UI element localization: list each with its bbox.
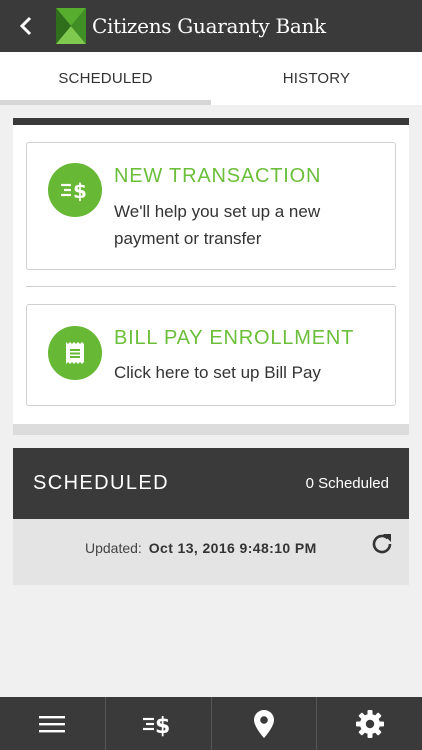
new-transaction-card[interactable]: $ NEW TRANSACTION We'll help you set up …: [26, 142, 396, 270]
new-transaction-icon-circle: $: [48, 163, 102, 217]
bill-pay-enrollment-card[interactable]: BILL PAY ENROLLMENT Click here to set up…: [26, 304, 396, 406]
last-updated: Updated: Oct 13, 2016 9:48:10 PM: [85, 540, 317, 556]
app-header: Citizens Guaranty Bank: [0, 0, 422, 52]
panel-footer-strip: [13, 424, 409, 435]
menu-icon: [39, 715, 66, 732]
bill-pay-description: Click here to set up Bill Pay: [114, 363, 321, 382]
tab-scheduled[interactable]: SCHEDULED: [0, 52, 211, 105]
new-transaction-title: NEW TRANSACTION: [114, 165, 322, 187]
nav-transfers[interactable]: $: [106, 697, 212, 750]
gear-icon: [355, 709, 384, 738]
scheduled-section-header: SCHEDULED 0 Scheduled: [13, 448, 409, 519]
refresh-icon: [372, 534, 392, 554]
updated-timestamp: Oct 13, 2016 9:48:10 PM: [148, 540, 317, 556]
chevron-left-icon: [19, 16, 32, 36]
actions-panel: $ NEW TRANSACTION We'll help you set up …: [13, 118, 409, 424]
nav-settings[interactable]: [317, 697, 422, 750]
svg-text:$: $: [155, 714, 170, 738]
updated-label: Updated:: [85, 540, 142, 556]
bank-name: Citizens Guaranty Bank: [92, 14, 326, 38]
cards-divider: [26, 286, 396, 287]
scheduled-title: SCHEDULED: [33, 472, 169, 494]
refresh-button[interactable]: [369, 531, 395, 557]
receipt-icon: [66, 342, 84, 364]
tab-bar: SCHEDULED HISTORY: [0, 52, 422, 105]
bank-logo: Citizens Guaranty Bank: [54, 8, 326, 44]
transfer-dollar-icon: $: [143, 714, 170, 738]
bottom-navigation: $: [0, 697, 422, 750]
bank-logo-icon: [56, 8, 86, 44]
bill-pay-icon-circle: [48, 326, 102, 380]
new-transaction-description: We'll help you set up a new payment or t…: [114, 202, 321, 248]
svg-text:$: $: [73, 179, 87, 203]
back-button[interactable]: [0, 0, 52, 52]
nav-locations[interactable]: [212, 697, 318, 750]
location-pin-icon: [253, 709, 274, 738]
bill-pay-title: BILL PAY ENROLLMENT: [114, 327, 355, 349]
nav-menu[interactable]: [0, 697, 106, 750]
scheduled-count: 0 Scheduled: [305, 475, 389, 492]
scheduled-status-bar: Updated: Oct 13, 2016 9:48:10 PM: [13, 519, 409, 585]
tab-history[interactable]: HISTORY: [211, 52, 422, 105]
transfer-dollar-icon: $: [61, 179, 87, 203]
